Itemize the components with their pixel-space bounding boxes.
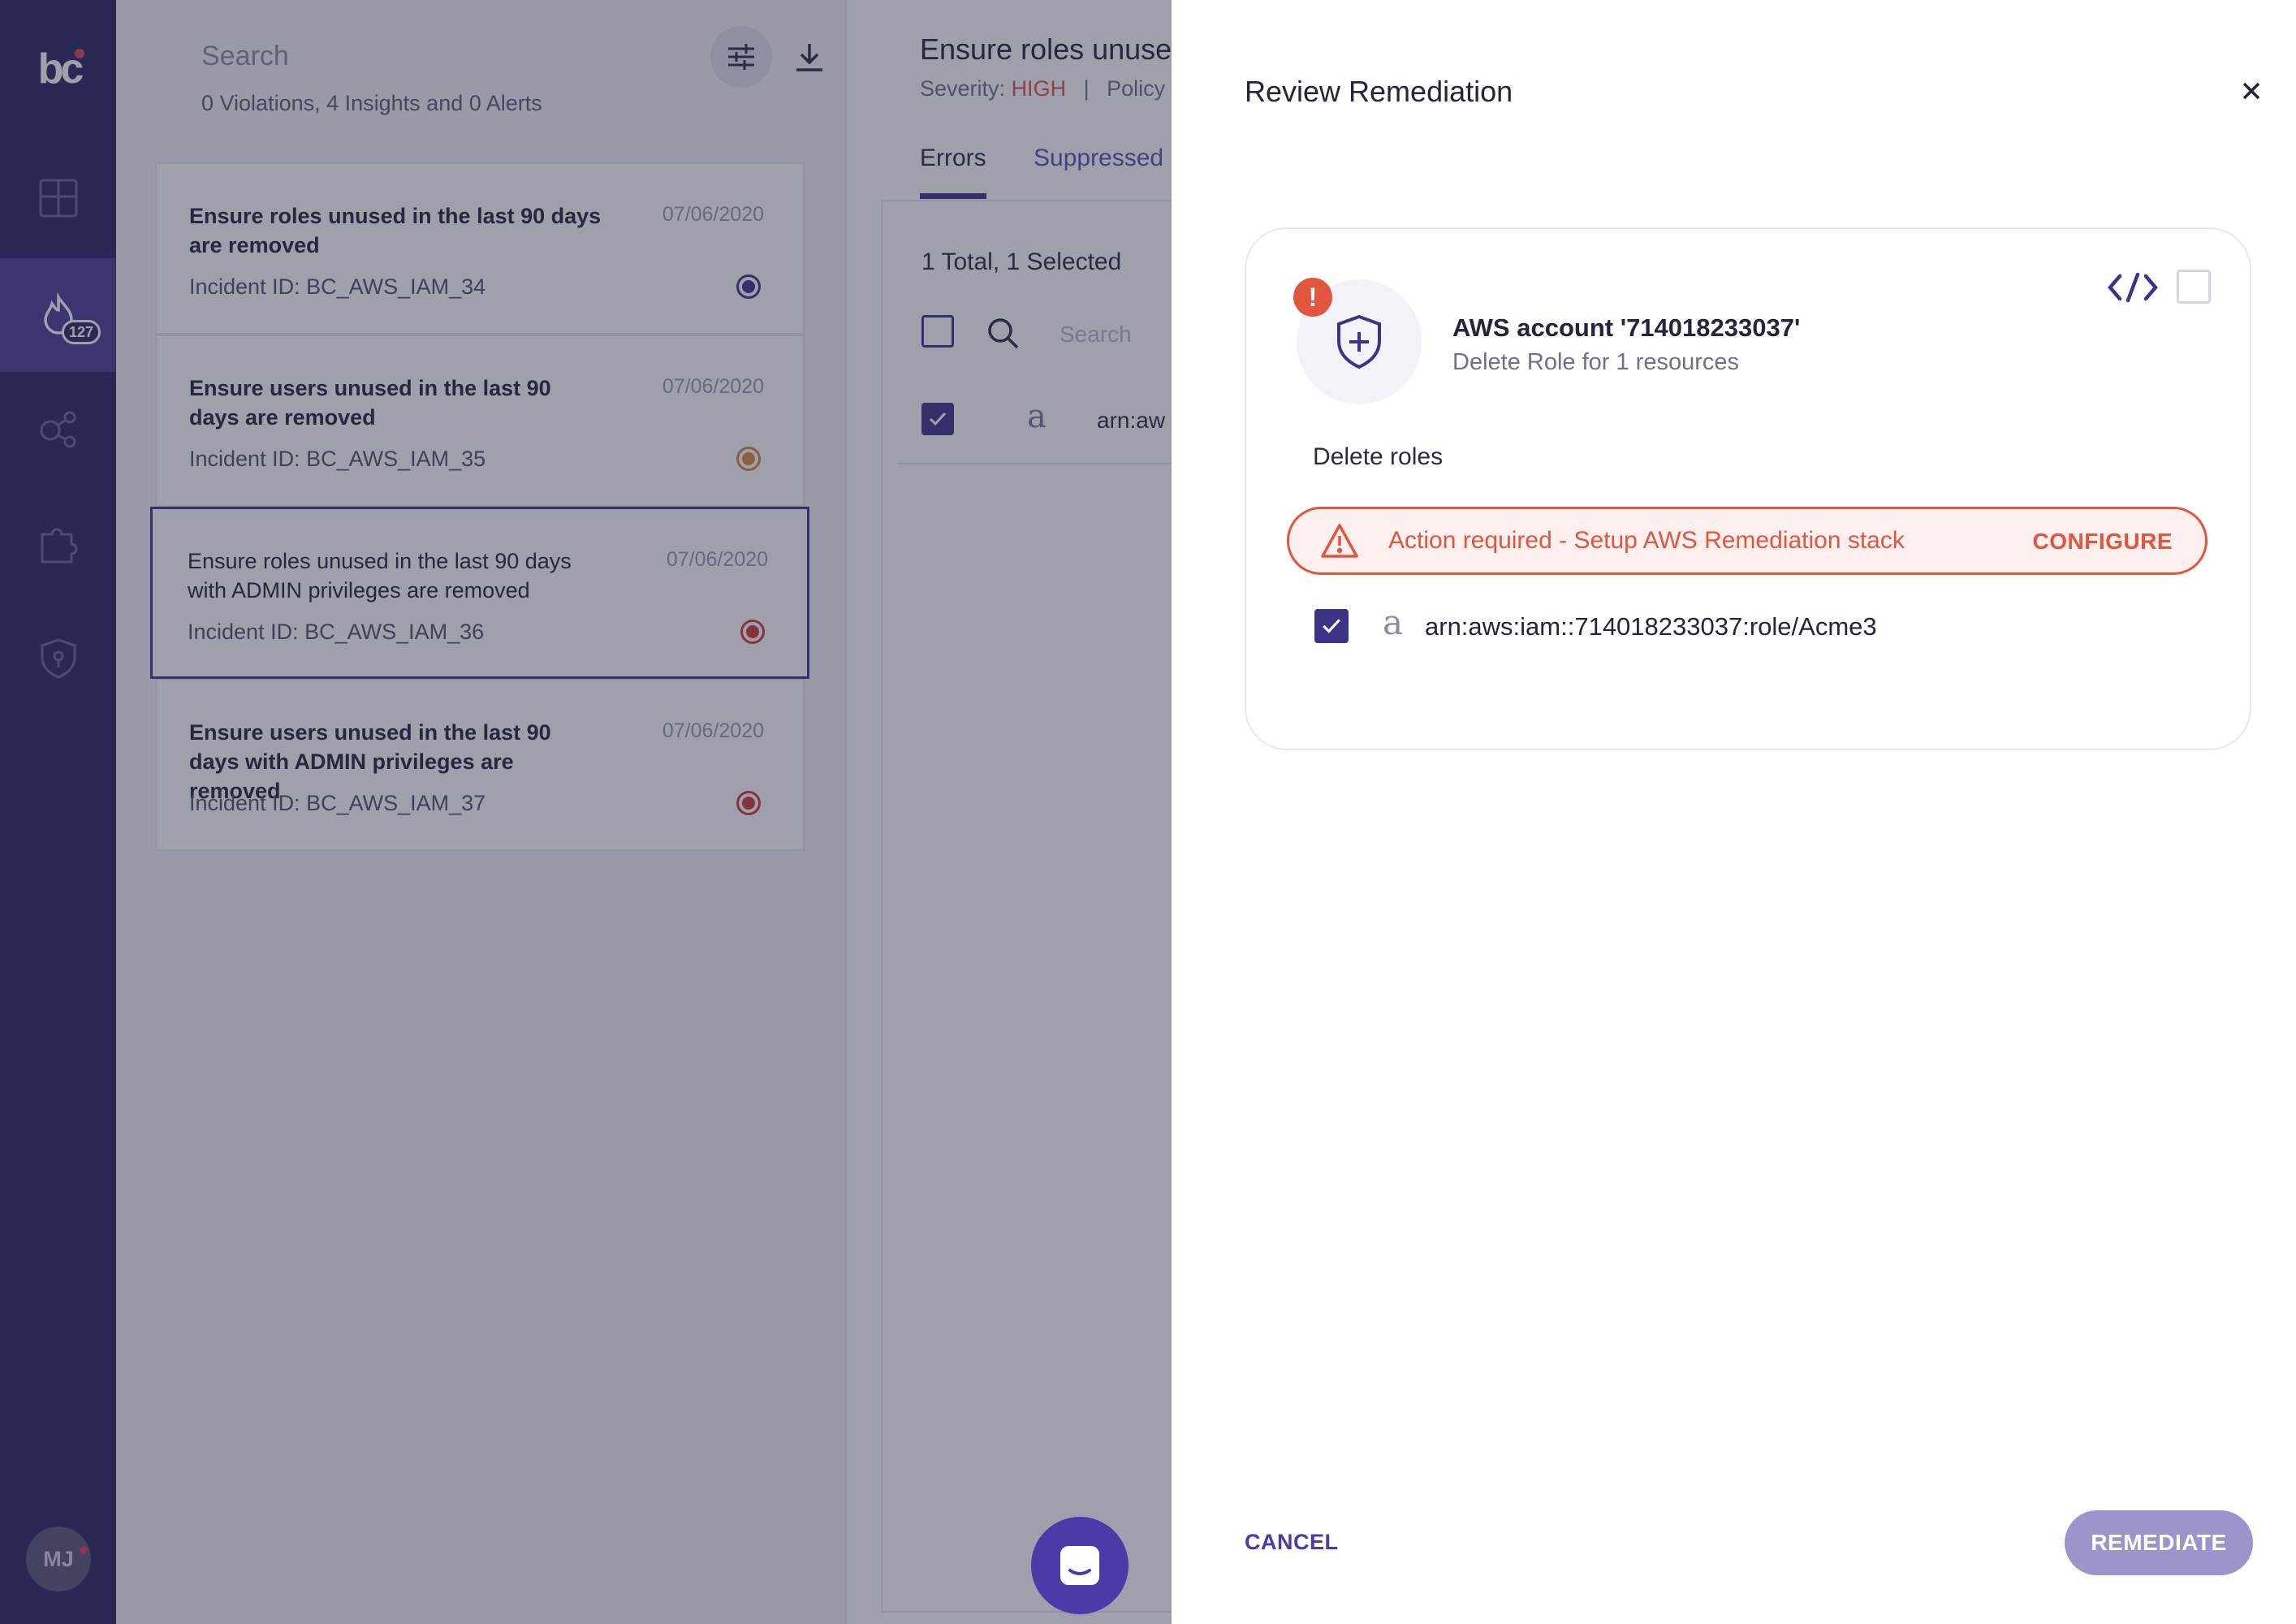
drawer-title: Review Remediation	[1245, 75, 1513, 108]
modal-backdrop[interactable]	[0, 0, 1172, 1624]
amazon-icon: a	[1383, 603, 1404, 642]
remediation-card: ! AWS account '714018233037' Delete Role…	[1245, 227, 2251, 750]
section-label: Delete roles	[1313, 443, 1444, 470]
remediate-button[interactable]: REMEDIATE	[2065, 1510, 2253, 1575]
code-icon[interactable]	[2107, 270, 2159, 305]
review-remediation-drawer: Review Remediation ! AWS account '714018…	[1172, 0, 2296, 1624]
account-subtitle: Delete Role for 1 resources	[1452, 349, 1739, 375]
cancel-button[interactable]: CANCEL	[1245, 1530, 1339, 1555]
resource-arn: arn:aws:iam::714018233037:role/Acme3	[1425, 612, 1877, 641]
close-button[interactable]	[2235, 75, 2268, 107]
action-required-message: Action required - Setup AWS Remediation …	[1388, 527, 1905, 554]
chat-icon	[1060, 1546, 1099, 1585]
close-icon	[2242, 82, 2260, 100]
warning-icon	[1321, 524, 1358, 558]
checkmark-icon	[1323, 619, 1340, 633]
shield-plus-icon	[1337, 314, 1381, 369]
resource-checkbox[interactable]	[1314, 609, 1349, 643]
account-title: AWS account '714018233037'	[1452, 313, 1801, 342]
alert-badge-icon: !	[1293, 278, 1332, 317]
action-required-banner: Action required - Setup AWS Remediation …	[1287, 507, 2208, 575]
chat-launcher-button[interactable]	[1031, 1517, 1129, 1614]
configure-button[interactable]: CONFIGURE	[2033, 529, 2173, 555]
remediation-select-checkbox[interactable]	[2177, 270, 2211, 304]
